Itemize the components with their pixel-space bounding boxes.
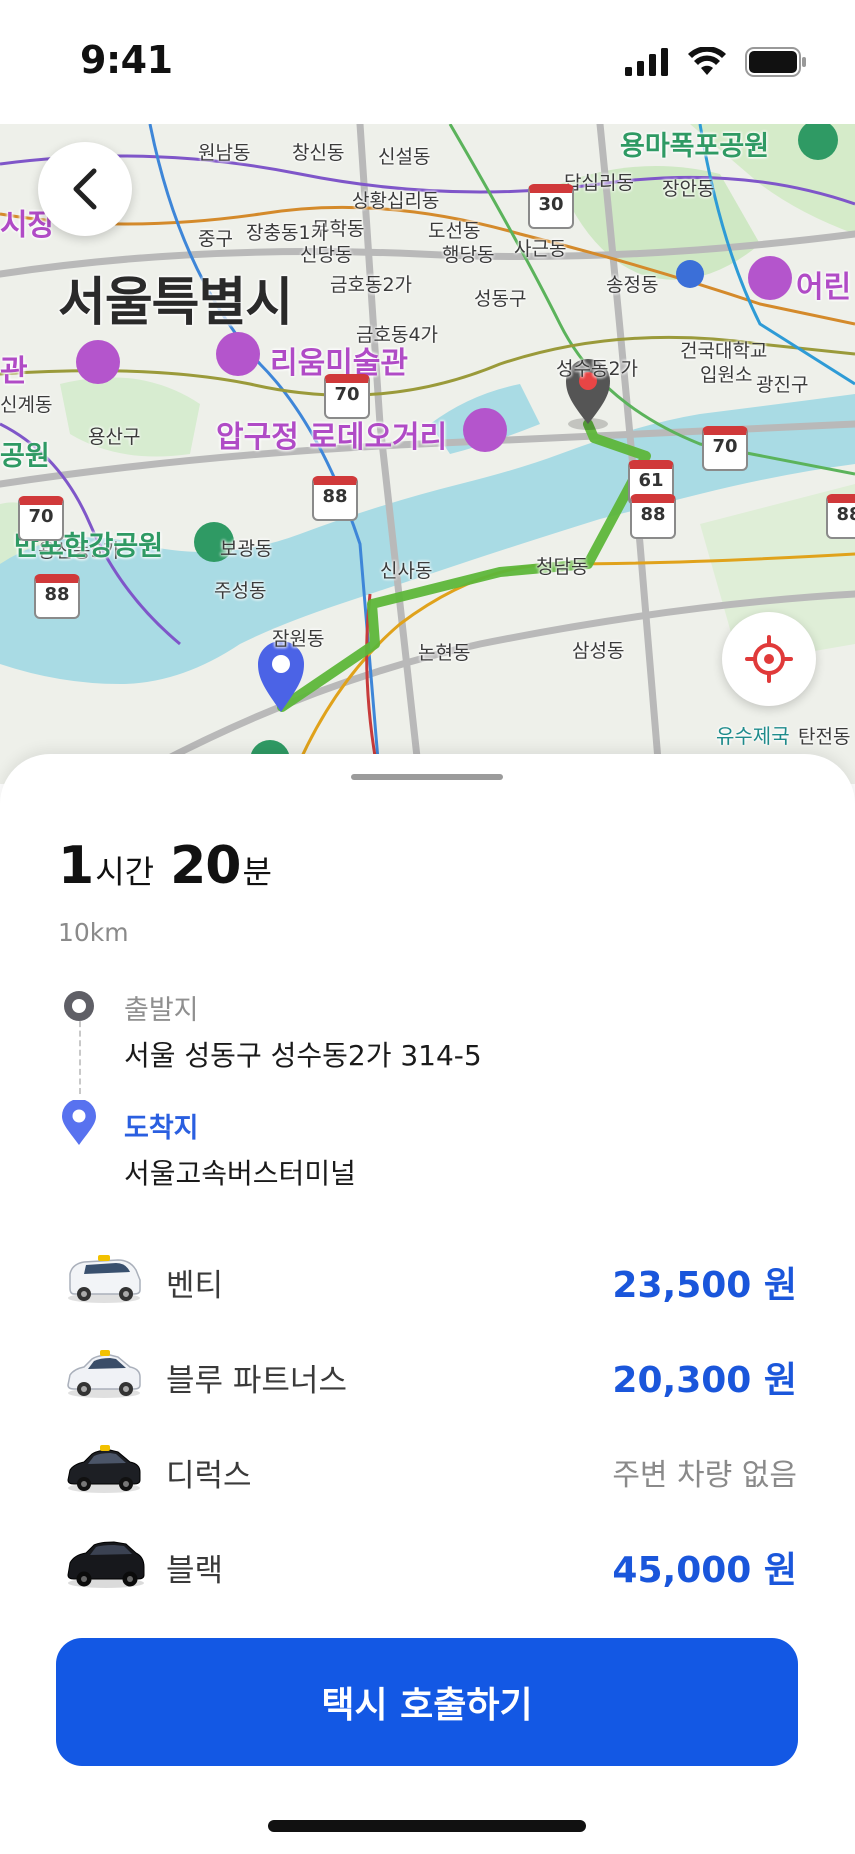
ride-name: 블루 파트너스 bbox=[166, 1363, 347, 1399]
map-label: 신당동 bbox=[300, 244, 353, 266]
trip-bottom-sheet: 1 시간 20 분 10km 출발지 서울 성동구 성수동2가 314-5 도착… bbox=[0, 754, 855, 1854]
map-label: 신사동 bbox=[380, 560, 433, 582]
road-shield: 88 bbox=[34, 574, 80, 619]
duration-hours: 1 bbox=[58, 836, 94, 896]
poi-label: 어린 bbox=[796, 270, 852, 305]
map-label: 관 bbox=[0, 354, 28, 389]
cellular-signal-icon bbox=[625, 48, 668, 76]
map-label: 잠원동 bbox=[272, 628, 325, 650]
chevron-left-icon bbox=[73, 168, 97, 210]
map-label: 주성동 bbox=[214, 580, 267, 602]
status-bar: 9:41 bbox=[0, 0, 855, 124]
black-taxi-icon bbox=[67, 1445, 141, 1493]
home-indicator[interactable] bbox=[268, 1820, 586, 1832]
destination-label: 도착지 bbox=[124, 1113, 199, 1144]
road-shield: 88 bbox=[826, 494, 855, 539]
map-label: 보광동 bbox=[220, 538, 273, 560]
origin-icon bbox=[64, 991, 94, 1021]
map-label: 광진구 bbox=[756, 374, 809, 396]
target-location-icon bbox=[745, 635, 793, 683]
map-label: 송정동 bbox=[606, 274, 659, 296]
road-shield: 88 bbox=[630, 494, 676, 539]
map-label: 성수동2가 bbox=[556, 358, 639, 380]
map-label: 창신동 bbox=[292, 142, 345, 164]
map-label: 상황십리동 bbox=[352, 190, 440, 212]
route-map[interactable]: 서울특별시 원남동 창신동 신설동 답십리동 장안동 상황십리동 무학동 도선동… bbox=[0, 124, 855, 784]
status-icons bbox=[625, 44, 807, 80]
map-label: 건국대학교 bbox=[680, 340, 768, 362]
map-label: 행당동 bbox=[442, 244, 495, 266]
ride-unavailable-text: 주변 차량 없음 bbox=[612, 1458, 797, 1493]
ride-price: 23,500 원 bbox=[612, 1265, 797, 1306]
destination-address[interactable]: 서울고속버스터미널 bbox=[124, 1152, 356, 1192]
map-label: 논현동 bbox=[418, 642, 471, 664]
map-label-city: 서울특별시 bbox=[58, 273, 293, 333]
road-shield: 70 bbox=[18, 496, 64, 541]
ride-name: 벤티 bbox=[166, 1268, 224, 1304]
ride-price: 45,000 원 bbox=[612, 1550, 797, 1591]
destination-pin-icon bbox=[62, 1100, 96, 1145]
map-label: 입원소 bbox=[700, 364, 753, 386]
map-label: 청담동 bbox=[536, 556, 589, 578]
map-label: 삼성동 bbox=[572, 640, 625, 662]
map-label: 도선동 bbox=[428, 220, 481, 242]
road-shield: 70 bbox=[324, 374, 370, 419]
duration-minutes-unit: 분 bbox=[242, 853, 272, 891]
back-button[interactable] bbox=[38, 142, 132, 236]
park-label: 공원 bbox=[0, 441, 50, 472]
ride-option-black[interactable]: 블랙 45,000 원 bbox=[0, 1525, 855, 1605]
map-label: 답십리동 bbox=[564, 172, 634, 194]
sheet-drag-handle[interactable] bbox=[351, 774, 503, 780]
origin-label: 출발지 bbox=[124, 995, 199, 1026]
origin-address[interactable]: 서울 성동구 성수동2가 314-5 bbox=[124, 1034, 482, 1074]
ride-option-deluxe[interactable]: 디럭스 주변 차량 없음 bbox=[0, 1430, 855, 1510]
ride-name: 디럭스 bbox=[166, 1458, 252, 1494]
black-suv-icon bbox=[67, 1541, 145, 1588]
my-location-button[interactable] bbox=[722, 612, 816, 706]
white-van-icon bbox=[68, 1255, 141, 1303]
call-taxi-button[interactable]: 택시 호출하기 bbox=[56, 1638, 798, 1766]
map-label: 성동구 bbox=[474, 288, 527, 310]
trip-duration: 1 시간 20 분 bbox=[58, 836, 288, 896]
map-label: 신설동 bbox=[378, 146, 431, 168]
ride-price: 20,300 원 bbox=[612, 1360, 797, 1401]
road-shield: 30 bbox=[528, 184, 574, 229]
duration-minutes: 20 bbox=[170, 836, 241, 896]
white-taxi-icon bbox=[67, 1350, 141, 1398]
map-label: 용산구 bbox=[88, 426, 141, 448]
trip-distance: 10km bbox=[58, 918, 129, 947]
map-label: 금호동2가 bbox=[330, 274, 413, 296]
duration-hours-unit: 시간 bbox=[95, 853, 155, 891]
map-label: 장안동 bbox=[662, 178, 715, 200]
ride-option-blue-partners[interactable]: 블루 파트너스 20,300 원 bbox=[0, 1335, 855, 1415]
map-label: 중구 bbox=[198, 228, 233, 250]
status-time: 9:41 bbox=[80, 38, 173, 82]
battery-icon bbox=[745, 47, 806, 77]
road-shield: 88 bbox=[312, 476, 358, 521]
map-label: 원남동 bbox=[198, 142, 251, 164]
road-shield: 70 bbox=[702, 426, 748, 471]
ride-option-venti[interactable]: 벤티 23,500 원 bbox=[0, 1240, 855, 1320]
map-label: 신계동 bbox=[0, 394, 53, 416]
wifi-icon bbox=[688, 47, 726, 75]
map-label: 탄전동 bbox=[798, 726, 851, 748]
ride-name: 블랙 bbox=[166, 1553, 224, 1589]
park-label: 용마폭포공원 bbox=[620, 131, 770, 162]
map-label: 유수제국 bbox=[716, 724, 790, 748]
map-label: 사근동 bbox=[514, 238, 567, 260]
